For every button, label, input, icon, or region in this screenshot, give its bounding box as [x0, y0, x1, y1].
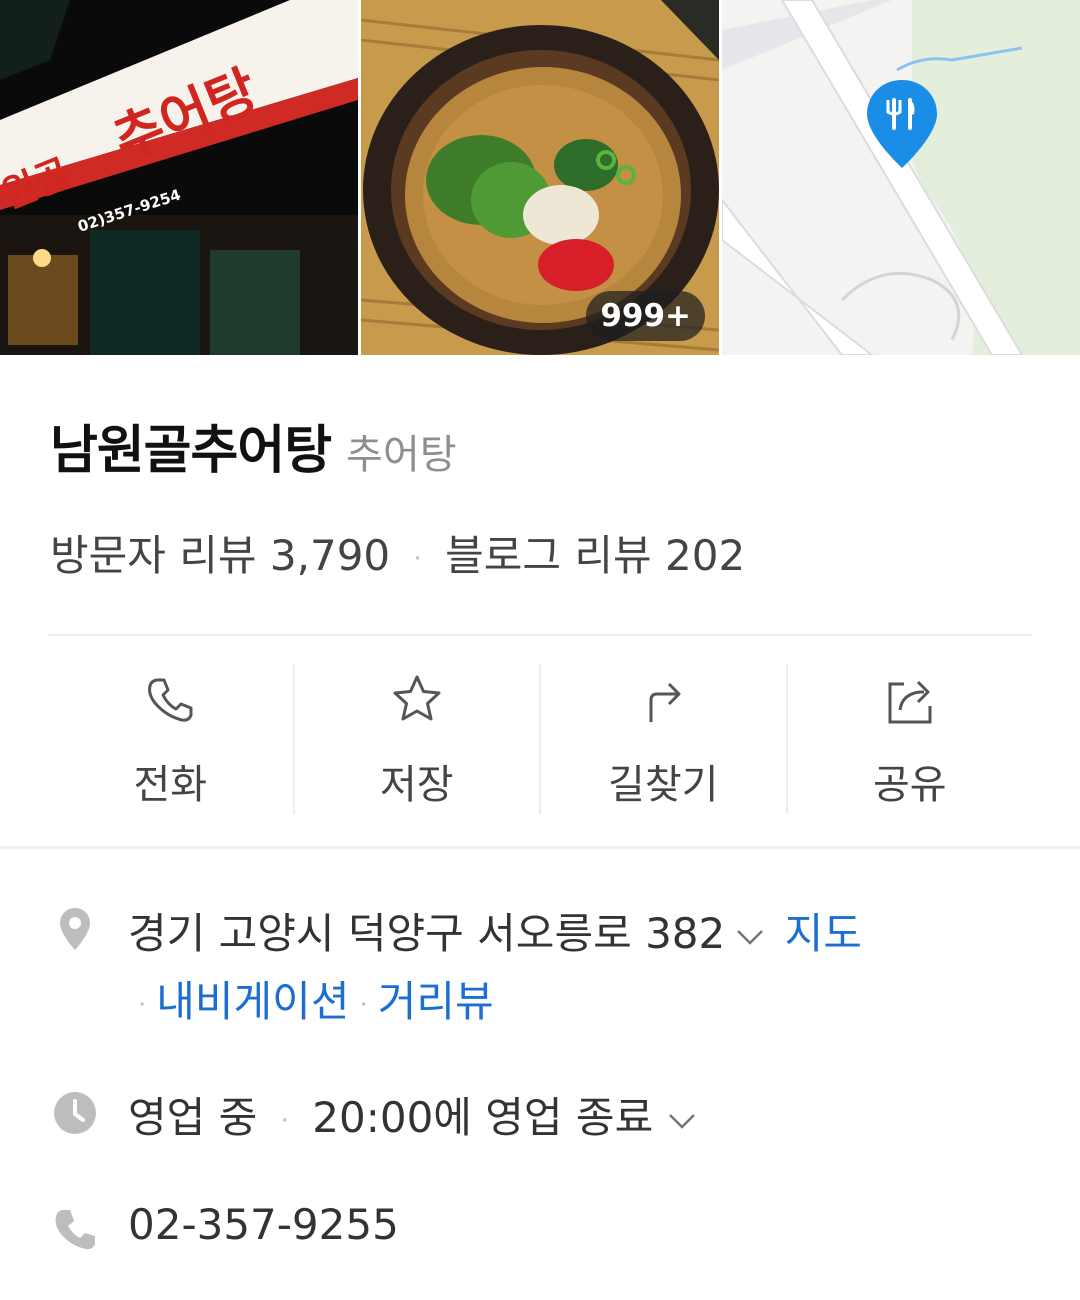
- link-separator: ·: [359, 989, 368, 1020]
- map-preview[interactable]: [722, 0, 1080, 355]
- directions-label: 길찾기: [608, 762, 719, 808]
- open-status: 영업 중: [128, 1093, 258, 1142]
- address-text: 경기 고양시 덕양구 서오릉로 382: [128, 909, 726, 958]
- phone-number[interactable]: 02-357-9255: [128, 1200, 399, 1249]
- link-separator: ·: [138, 989, 147, 1020]
- food-photo[interactable]: 999+: [361, 0, 719, 355]
- action-bar: 전화 저장 길찾기 공유: [48, 664, 1032, 814]
- chevron-down-icon[interactable]: [665, 1104, 699, 1138]
- map-link[interactable]: 지도: [785, 909, 862, 958]
- map-image: [722, 0, 1080, 355]
- closing-time: 20:00에 영업 종료: [312, 1093, 654, 1142]
- section-divider: [0, 846, 1080, 849]
- save-button[interactable]: 저장: [292, 664, 540, 814]
- phone-icon: [55, 1210, 95, 1250]
- save-label: 저장: [379, 762, 454, 808]
- blog-review-link[interactable]: 블로그 리뷰 202: [445, 531, 745, 580]
- photo-strip: 추어탕 원골 02)357-9254 999+: [0, 0, 1080, 355]
- call-button[interactable]: 전화: [48, 664, 293, 814]
- storefront-image: 추어탕 원골 02)357-9254: [0, 0, 358, 355]
- place-category: 추어탕: [346, 432, 457, 478]
- directions-button[interactable]: 길찾기: [539, 664, 786, 814]
- location-pin-icon: [60, 908, 90, 950]
- address-block: 경기 고양시 덕양구 서오릉로 382 지도 · 내비게이션 · 거리뷰: [128, 900, 1028, 1039]
- directions-icon: [649, 682, 681, 722]
- streetview-link[interactable]: 거리뷰: [378, 977, 494, 1026]
- chevron-down-icon[interactable]: [733, 920, 767, 954]
- review-separator: ·: [413, 543, 422, 574]
- business-hours[interactable]: 영업 중 · 20:00에 영업 종료: [128, 1084, 699, 1145]
- navigation-link[interactable]: 내비게이션: [156, 977, 349, 1026]
- star-icon: [393, 675, 441, 721]
- visitor-review-link[interactable]: 방문자 리뷰 3,790: [50, 531, 390, 580]
- place-name: 남원골추어탕: [50, 421, 332, 481]
- review-summary: 방문자 리뷰 3,790 · 블로그 리뷰 202: [50, 522, 745, 583]
- clock-icon: [54, 1092, 96, 1134]
- photo-count-badge[interactable]: 999+: [586, 291, 705, 341]
- share-label: 공유: [872, 762, 947, 808]
- call-label: 전화: [133, 762, 208, 808]
- phone-icon: [148, 678, 193, 722]
- place-title-row: 남원골추어탕 추어탕: [50, 408, 457, 483]
- share-button[interactable]: 공유: [785, 664, 1033, 814]
- hours-separator: ·: [280, 1105, 289, 1136]
- share-icon: [888, 680, 932, 724]
- divider: [48, 634, 1032, 636]
- storefront-photo[interactable]: 추어탕 원골 02)357-9254: [0, 0, 358, 355]
